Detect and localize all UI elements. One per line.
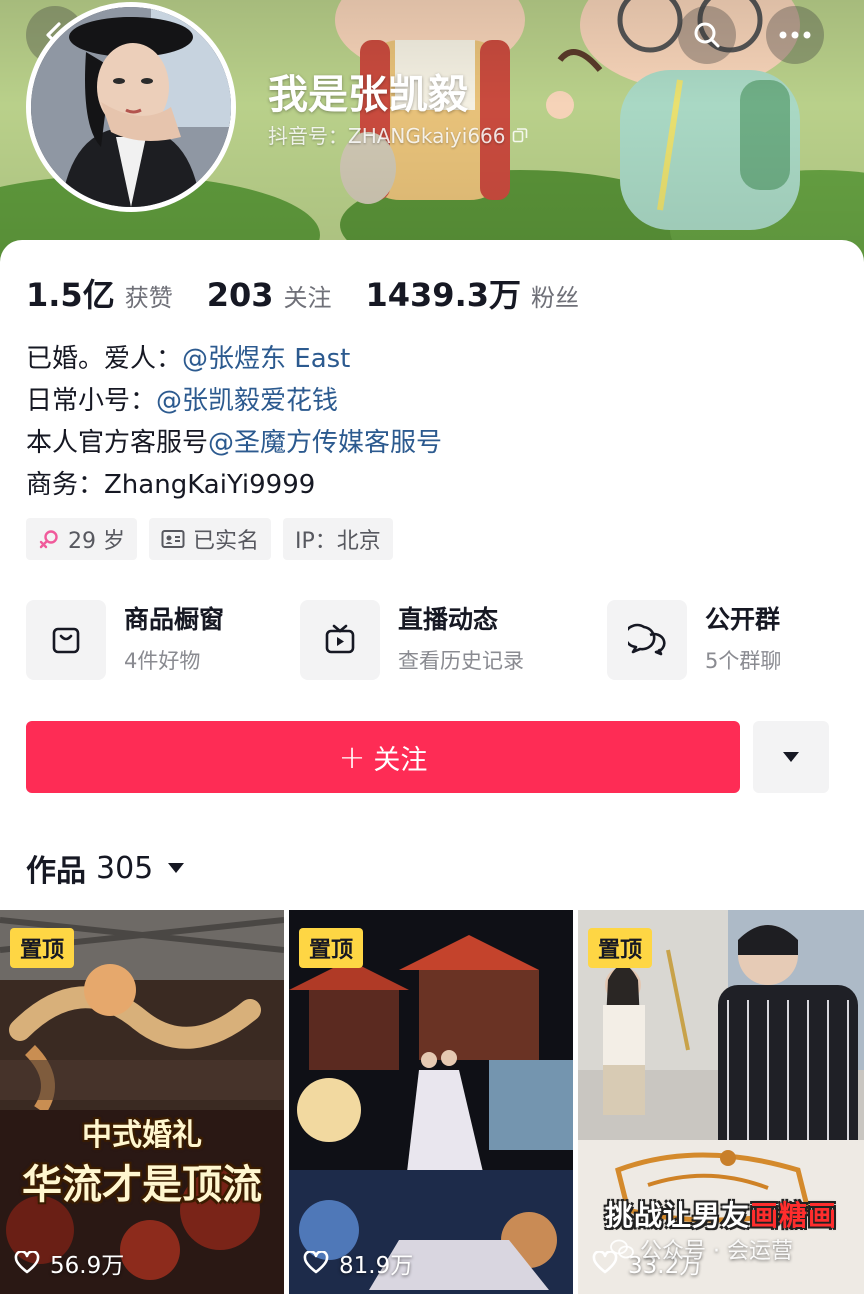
tag-age-text: 29 岁 [68,529,125,554]
pinned-badge: 置顶 [299,928,364,968]
more-button[interactable] [766,6,824,64]
tag-verified: 已实名 [149,518,272,560]
bio-text: 本人官方客服号 [26,428,209,458]
bio-text: 已婚。爱人： [26,344,183,374]
bio-line: 本人官方客服号 @圣魔方传媒客服号 [26,422,442,464]
entry-subtitle: 5个群聊 [705,649,782,673]
entry-subtitle: 4件好物 [124,649,201,673]
entry-title: 公开群 [705,605,781,634]
stat-label: 粉丝 [531,284,579,312]
feature-entries: 商品橱窗 4件好物 直播动态 查看历史记录 公开群 5个群聊 [26,600,838,682]
works-count: 305 [96,850,154,886]
entry-title: 直播动态 [398,605,499,634]
follow-button[interactable]: + 关注 [26,721,740,793]
pinned-badge: 置顶 [588,928,653,968]
stat-value: 203 [206,276,274,314]
stats-row: 1.5亿 获赞 203 关注 1439.3万 粉丝 [26,270,613,316]
avatar-photo [31,7,231,207]
stat-value: 1439.3万 [365,276,522,314]
stat-following[interactable]: 203 关注 [207,276,332,314]
caret-down-icon [168,863,185,873]
bio-line: 已婚。爱人： @张煜东 East [26,338,442,380]
video-caption-line2: 华流才是顶流 [22,1162,262,1208]
bio-line: 日常小号： @张凯毅爱花钱 [26,380,442,422]
search-button[interactable] [678,6,736,64]
chat-bubbles-icon [628,623,666,656]
pinned-badge: 置顶 [10,928,75,968]
entry-text: 公开群 5个群聊 [705,602,781,678]
video-likes-count: 81.9万 [339,1253,414,1279]
video-likes: 81.9万 [303,1246,413,1280]
heart-icon [303,1251,329,1274]
bio: 已婚。爱人： @张煜东 East 日常小号： @张凯毅爱花钱 本人官方客服号 @… [26,338,442,506]
entry-shop-window[interactable]: 商品橱窗 4件好物 [26,600,224,680]
bio-text: 商务：ZhangKaiYi9999 [26,470,316,500]
watermark-text: 公众号 · 会运营 [640,1239,793,1264]
stat-value: 1.5亿 [26,276,115,314]
mention-link[interactable]: @张煜东 East [182,338,350,380]
entry-public-group[interactable]: 公开群 5个群聊 [607,600,781,680]
stat-likes: 1.5亿 获赞 [26,270,173,316]
shopping-bag-icon [52,627,80,654]
copy-icon[interactable] [512,127,528,143]
video-likes: 56.9万 [14,1246,124,1280]
video-caption: 挑战让男友画糖画 [578,1194,864,1234]
bio-line: 商务：ZhangKaiYi9999 [26,464,442,506]
profile-banner: 我是张凯毅 抖音号：ZHANGkaiyi666 [0,0,864,262]
entry-subtitle: 查看历史记录 [398,649,524,673]
tag-ip: IP：北京 [283,518,393,560]
video-likes-count: 56.9万 [50,1253,125,1279]
entry-text: 商品橱窗 4件好物 [124,602,224,678]
plus-icon: + [338,738,366,776]
stat-label: 关注 [283,284,332,312]
entry-text: 直播动态 查看历史记录 [398,602,524,678]
more-dots-icon [779,31,811,39]
tag-age: 29 岁 [26,518,137,560]
tv-icon [325,624,355,654]
wechat-icon [610,1239,634,1259]
search-icon [694,22,720,48]
entry-icon-box [607,600,687,680]
heart-icon [14,1251,40,1274]
recommend-dropdown-button[interactable] [753,721,829,793]
id-card-icon [161,530,185,548]
female-icon [39,530,58,549]
mention-link[interactable]: @圣魔方传媒客服号 [208,422,442,464]
profile-tags: 29 岁 已实名 IP：北京 [26,518,393,560]
entry-title: 商品橱窗 [124,605,225,634]
entry-icon-box [26,600,106,680]
stat-followers[interactable]: 1439.3万 粉丝 [366,270,580,316]
profile-nickname: 我是张凯毅 [268,72,468,118]
stat-label: 获赞 [124,284,173,312]
works-label: 作品 [26,854,86,889]
tag-verified-text: 已实名 [193,529,260,554]
douyin-id[interactable]: 抖音号：ZHANGkaiyi666 [268,120,528,149]
tag-ip-text: IP：北京 [295,529,381,554]
mention-link[interactable]: @张凯毅爱花钱 [156,380,338,422]
entry-live-history[interactable]: 直播动态 查看历史记录 [300,600,524,680]
bio-text: 日常小号： [26,386,157,416]
video-caption-part-b: 画糖画 [750,1199,838,1232]
video-tile[interactable]: 置顶 中式婚礼 华流才是顶流 56.9万 [0,910,284,1294]
entry-icon-box [300,600,380,680]
video-caption-line1: 中式婚礼 [82,1118,202,1153]
video-tile[interactable]: 置顶 81.9万 [289,910,573,1294]
video-caption-part-a: 挑战让男友 [604,1199,750,1232]
avatar[interactable] [26,2,236,212]
caret-down-icon [783,752,799,762]
follow-button-label: 关注 [373,744,428,776]
works-tab-header[interactable]: 作品 305 [26,846,185,890]
watermark: 公众号 · 会运营 [610,1233,793,1265]
douyin-id-text: 抖音号：ZHANGkaiyi666 [268,124,506,148]
